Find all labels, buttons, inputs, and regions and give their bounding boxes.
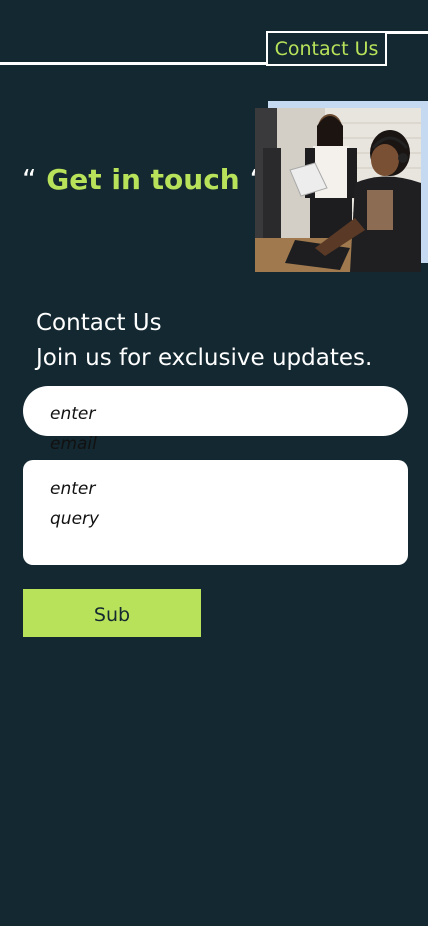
nav-contact-us[interactable]: Contact Us [266,31,387,66]
header-divider [0,62,268,65]
header-divider-right [386,31,428,34]
contact-title: Contact Us [36,310,162,336]
submit-button[interactable]: Sub [23,589,201,637]
hero-photo [255,108,421,272]
email-placeholder: enter email [50,404,97,454]
hero-heading: “ Get in touch “ [22,163,264,196]
nav-contact-us-label: Contact Us [274,37,379,60]
contact-subtitle: Join us for exclusive updates. [36,345,373,371]
query-placeholder: enter query [50,479,100,529]
submit-button-label: Sub [93,604,131,626]
hero-title-text: Get in touch [46,163,240,196]
open-quote: “ [22,163,37,196]
